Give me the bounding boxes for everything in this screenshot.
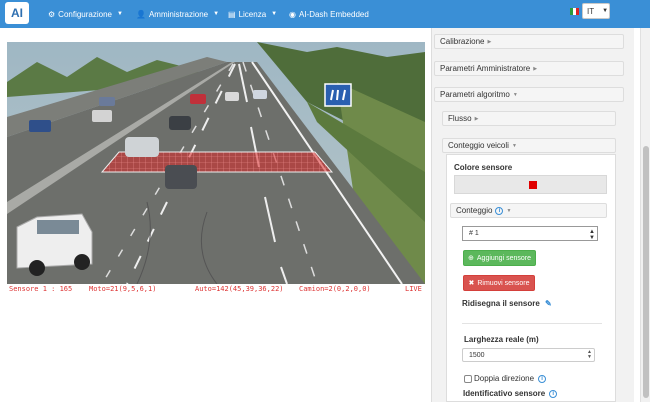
menu-ai-dash[interactable]: ◉ AI-Dash Embedded [289, 0, 369, 28]
accordion-parametri-algoritmo[interactable]: Parametri algoritmo ▼ [434, 87, 624, 102]
number-spinner-icon[interactable]: ▲ ▼ [587, 350, 592, 360]
menu-configurazione[interactable]: ⚙ Configurazione ▼ [48, 0, 123, 28]
remove-icon: ✖ [468, 280, 475, 287]
highway-scene [7, 42, 425, 284]
top-navbar: AI ⚙ Configurazione ▼ 👤 Amministrazione … [0, 0, 650, 28]
menu-licenza[interactable]: ▤ Licenza ▼ [228, 0, 277, 28]
accordion-conteggio-veicoli[interactable]: Conteggio veicoli ▼ [442, 138, 616, 153]
doppia-direzione-checkbox[interactable] [464, 375, 472, 383]
info-icon[interactable]: i [549, 389, 558, 398]
remove-sensor-button[interactable]: ✖ Rimuovi sensore [463, 275, 535, 291]
sensor-select[interactable]: # 1 ▲ ▼ [462, 226, 598, 241]
add-sensor-label: Aggiungi sensore [476, 254, 531, 262]
moto-count-text: Moto=21(9,5,6,1) [89, 285, 157, 293]
divider [462, 323, 602, 324]
menu-amministrazione[interactable]: 👤 Amministrazione ▼ [136, 0, 219, 28]
chevron-down-icon: ▼ [213, 11, 220, 17]
auto-count-text: Auto=142(45,39,36,22) [195, 285, 284, 293]
camion-count-text: Camion=2(0,2,0,0) [299, 285, 371, 293]
doppia-direzione-label: Doppia direzione [474, 374, 535, 383]
menu-amministrazione-label: Amministrazione [148, 9, 209, 19]
identificativo-row: Identificativo sensore i [463, 389, 558, 398]
accordion-calibrazione-label: Calibrazione [440, 37, 485, 46]
plus-icon: ⊕ [468, 255, 474, 262]
accordion-conteggio-label: Conteggio [456, 206, 493, 215]
larghezza-value: 1500 [469, 351, 485, 359]
panel-scrollbar[interactable] [640, 28, 650, 402]
scrollbar-thumb[interactable] [643, 146, 649, 398]
sensor-select-value: # 1 [469, 230, 479, 237]
language-value: IT [587, 6, 595, 16]
live-status-text: LIVE [405, 285, 422, 293]
redraw-sensor-label: Ridisegna il sensore [462, 299, 540, 308]
info-icon[interactable]: i [538, 374, 547, 383]
doppia-direzione-row: Doppia direzione i [474, 374, 547, 383]
menu-ai-dash-label: AI-Dash Embedded [298, 9, 369, 19]
add-sensor-button[interactable]: ⊕ Aggiungi sensore [463, 250, 536, 266]
app-logo[interactable]: AI [5, 2, 29, 24]
accordion-parametri-amministratore-label: Parametri Amministratore [440, 64, 531, 73]
chevron-down-icon: ▼ [511, 142, 517, 149]
sensor-color-swatch [529, 181, 537, 189]
pencil-icon: ✎ [545, 299, 552, 308]
sensor-count-text: Sensore 1 : 165 [9, 285, 73, 293]
accordion-conteggio-veicoli-label: Conteggio veicoli [448, 141, 509, 150]
accordion-calibrazione[interactable]: Calibrazione ▶ [434, 34, 624, 49]
gear-icon: ⚙ [48, 9, 56, 19]
license-icon: ▤ [228, 9, 236, 19]
dashboard-icon: ◉ [289, 9, 296, 19]
select-arrow-icon: ▲ ▼ [589, 229, 595, 241]
chevron-down-icon: ▼ [271, 11, 278, 17]
info-icon[interactable]: i [495, 206, 504, 215]
identificativo-label: Identificativo sensore [463, 389, 546, 398]
accordion-conteggio[interactable]: Conteggio i ▼ [450, 203, 607, 218]
accordion-parametri-algoritmo-label: Parametri algoritmo [440, 90, 510, 99]
redraw-sensor-link[interactable]: Ridisegna il sensore ✎ [462, 299, 552, 308]
chevron-down-icon: ▼ [506, 207, 512, 214]
chevron-right-icon: ▶ [474, 115, 479, 122]
user-icon: 👤 [136, 9, 146, 19]
chevron-right-icon: ▶ [487, 38, 492, 45]
menu-licenza-label: Licenza [238, 9, 267, 19]
menu-configurazione-label: Configurazione [58, 9, 112, 19]
accordion-flusso[interactable]: Flusso ▶ [442, 111, 616, 126]
larghezza-label: Larghezza reale (m) [464, 335, 539, 344]
camera-feed[interactable] [7, 42, 425, 284]
remove-sensor-label: Rimuovi sensore [477, 279, 530, 287]
accordion-flusso-label: Flusso [448, 114, 472, 123]
chevron-right-icon: ▶ [533, 65, 538, 72]
accordion-parametri-amministratore[interactable]: Parametri Amministratore ▶ [434, 61, 624, 76]
sensor-color-picker[interactable] [454, 175, 607, 194]
chevron-down-icon: ▼ [602, 8, 609, 14]
chevron-down-icon: ▼ [116, 11, 123, 17]
italian-flag-icon [570, 8, 579, 15]
language-select[interactable]: IT ▼ [582, 3, 610, 19]
chevron-down-icon: ▼ [512, 91, 518, 98]
larghezza-input[interactable]: 1500 ▲ ▼ [462, 348, 595, 362]
counting-overlay: Sensore 1 : 165 Moto=21(9,5,6,1) Auto=14… [7, 284, 425, 294]
colore-sensore-label: Colore sensore [454, 163, 513, 172]
